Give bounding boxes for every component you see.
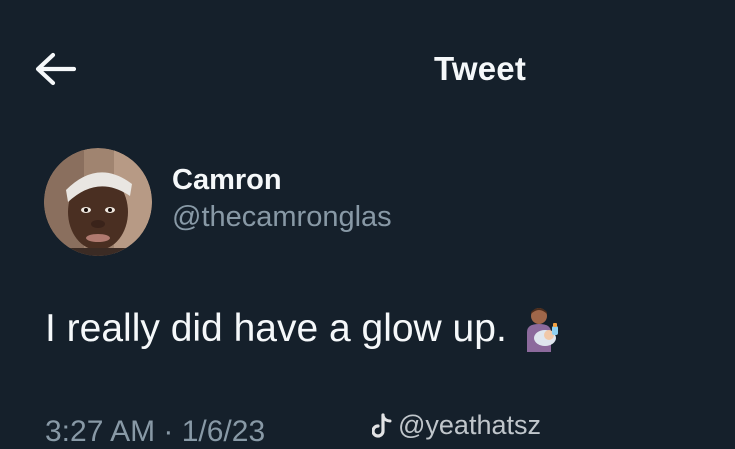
- avatar[interactable]: [44, 148, 152, 256]
- tweet-text: I really did have a glow up.: [45, 304, 563, 354]
- top-bar: Tweet: [0, 0, 735, 120]
- author-names: Camron @thecamronglas: [172, 162, 392, 236]
- tweet-text-content: I really did have a glow up.: [45, 307, 507, 350]
- tiktok-logo-icon: [372, 412, 392, 438]
- watermark-handle: @yeathatsz: [398, 410, 541, 440]
- username-handle[interactable]: @thecamronglas: [172, 198, 392, 236]
- tweet-screen: Tweet Camron @thecamronglas I really did…: [0, 0, 735, 449]
- tweet-timestamp[interactable]: 3:27 AM · 1/6/23: [45, 414, 265, 449]
- page-title: Tweet: [433, 50, 527, 87]
- tweet-author[interactable]: Camron @thecamronglas: [44, 148, 392, 256]
- avatar-image: [44, 148, 152, 256]
- person-feeding-baby-emoji: [526, 308, 558, 352]
- tiktok-watermark: @yeathatsz: [372, 410, 541, 441]
- display-name[interactable]: Camron: [172, 162, 392, 198]
